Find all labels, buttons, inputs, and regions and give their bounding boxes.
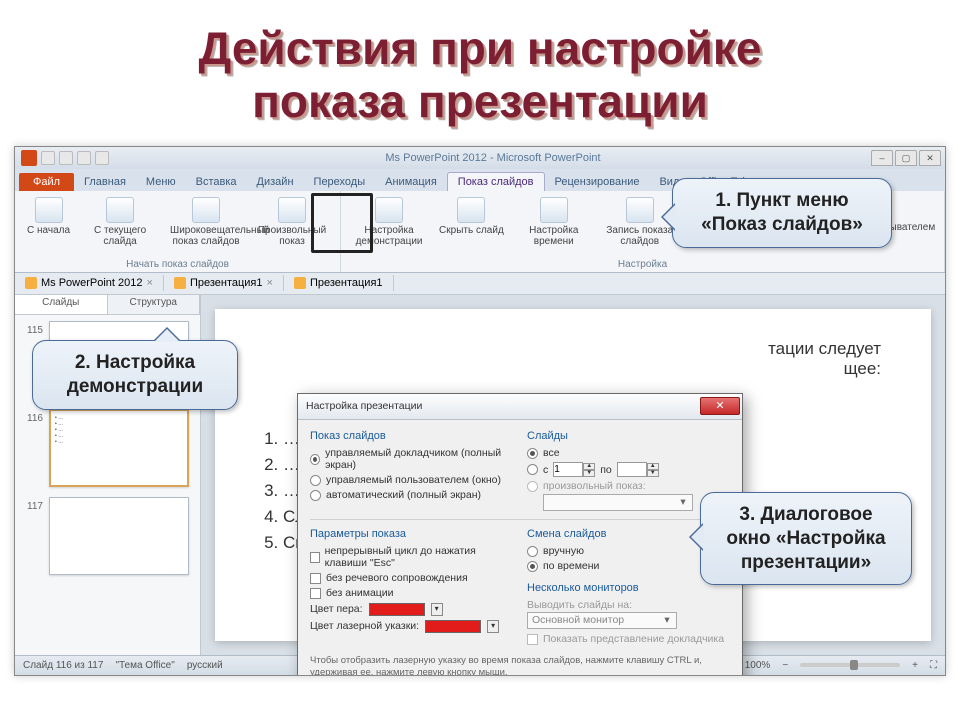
doc-icon	[294, 277, 306, 289]
doc-icon	[174, 277, 186, 289]
zoom-in-button[interactable]: +	[912, 660, 918, 671]
fit-button[interactable]: ⛶	[930, 660, 937, 671]
quick-access-toolbar	[15, 150, 115, 166]
show-options-group: Параметры показа непрерывный цикл до наж…	[310, 528, 513, 647]
radio-custom-show[interactable]: произвольный показ:	[527, 479, 730, 494]
chevron-down-icon[interactable]: ▾	[487, 620, 499, 633]
doc-tab-3[interactable]: Презентация1	[284, 275, 394, 291]
no-narration-checkbox[interactable]: без речевого сопровождения	[310, 571, 513, 586]
callout-1: 1. Пункт меню «Показ слайдов»	[672, 178, 892, 248]
from-spinner[interactable]: ▲▼	[553, 462, 595, 477]
doc-tab-2[interactable]: Презентация1×	[164, 275, 284, 291]
qat-redo-button[interactable]	[77, 151, 91, 165]
show-type-group: Показ слайдов управляемый докладчиком (п…	[310, 430, 513, 511]
zoom-percent[interactable]: 100%	[745, 660, 771, 671]
loop-checkbox[interactable]: непрерывный цикл до нажатия клавиши "Esc…	[310, 544, 513, 571]
language-indicator[interactable]: русский	[187, 660, 223, 671]
broadcast-icon	[192, 197, 220, 223]
close-icon[interactable]: ×	[267, 277, 273, 289]
slide-counter: Слайд 116 из 117	[23, 660, 103, 671]
radio-browsed-at-kiosk[interactable]: автоматический (полный экран)	[310, 488, 513, 503]
qat-more-button[interactable]	[95, 151, 109, 165]
broadcast-button[interactable]: Широковещательный показ слайдов	[166, 195, 246, 249]
tab-transitions[interactable]: Переходы	[304, 173, 376, 191]
panel-tab-slides[interactable]: Слайды	[15, 295, 108, 314]
title-line-2: показа презентации	[252, 75, 708, 127]
chevron-down-icon[interactable]: ▾	[431, 603, 443, 616]
close-button[interactable]: ✕	[919, 150, 941, 166]
thumb-number: 117	[21, 497, 43, 575]
minimize-button[interactable]: –	[871, 150, 893, 166]
from-current-button[interactable]: С текущего слайда	[80, 195, 160, 249]
clock-icon	[540, 197, 568, 223]
custom-show-icon	[278, 197, 306, 223]
radio-browsed-by-individual[interactable]: управляемый пользователем (окно)	[310, 473, 513, 488]
radio-presented-by-speaker[interactable]: управляемый докладчиком (полный экран)	[310, 446, 513, 473]
setup-icon	[375, 197, 403, 223]
tab-menu[interactable]: Меню	[136, 173, 186, 191]
tab-home[interactable]: Главная	[74, 173, 136, 191]
slide-thumbnail[interactable]	[49, 497, 189, 575]
pen-color-swatch[interactable]	[369, 603, 425, 616]
laser-color-swatch[interactable]	[425, 620, 481, 633]
chevron-down-icon: ▾	[676, 496, 690, 508]
rehearse-timings-button[interactable]: Настройка времени	[514, 195, 594, 249]
zoom-out-button[interactable]: −	[782, 660, 788, 671]
qat-undo-button[interactable]	[59, 151, 73, 165]
no-animation-checkbox[interactable]: без анимации	[310, 586, 513, 601]
zoom-slider[interactable]	[800, 663, 900, 667]
tab-insert[interactable]: Вставка	[186, 173, 247, 191]
chevron-down-icon: ▾	[660, 614, 674, 626]
presenter-view-checkbox[interactable]: Показать представление докладчика	[527, 632, 730, 647]
qat-save-button[interactable]	[41, 151, 55, 165]
highlight-setup-button	[311, 193, 373, 253]
dialog-title: Настройка презентации	[306, 400, 422, 412]
dialog-titlebar[interactable]: Настройка презентации ✕	[298, 394, 742, 420]
titlebar: Ms PowerPoint 2012 - Microsoft PowerPoin…	[15, 147, 945, 169]
hide-slide-icon	[457, 197, 485, 223]
slide-text-fragment: щее:	[844, 359, 881, 378]
panel-tab-outline[interactable]: Структура	[108, 295, 201, 314]
maximize-button[interactable]: ▢	[895, 150, 917, 166]
doc-tab-1[interactable]: Ms PowerPoint 2012×	[15, 275, 164, 291]
callout-2: 2. Настройка демонстрации	[32, 340, 238, 410]
from-beginning-button[interactable]: С начала	[23, 195, 74, 238]
tab-review[interactable]: Рецензирование	[545, 173, 650, 191]
monitor-combo[interactable]: Основной монитор▾	[527, 612, 677, 629]
window-title: Ms PowerPoint 2012 - Microsoft PowerPoin…	[115, 152, 871, 164]
hide-slide-button[interactable]: Скрыть слайд	[435, 195, 508, 238]
tab-slideshow[interactable]: Показ слайдов	[447, 172, 545, 191]
close-icon[interactable]: ×	[147, 277, 153, 289]
tab-file[interactable]: Файл	[19, 173, 74, 191]
app-icon	[21, 150, 37, 166]
radio-all-slides[interactable]: все	[527, 446, 730, 461]
slide-text-fragment: тации следует	[768, 339, 881, 358]
tab-design[interactable]: Дизайн	[247, 173, 304, 191]
dialog-close-button[interactable]: ✕	[700, 397, 740, 415]
radio-slide-range[interactable]: с ▲▼ по ▲▼	[527, 461, 730, 479]
theme-name: "Тема Office"	[115, 660, 174, 671]
slides-group: Слайды все с ▲▼ по ▲▼ произвольный показ…	[527, 430, 730, 511]
play-icon	[35, 197, 63, 223]
document-tabs: Ms PowerPoint 2012× Презентация1× Презен…	[15, 273, 945, 295]
thumb-number: 116	[21, 409, 43, 487]
callout-3: 3. Диалоговое окно «Настройка презентаци…	[700, 492, 912, 585]
to-spinner[interactable]: ▲▼	[617, 462, 659, 477]
dialog-hint: Чтобы отобразить лазерную указку во врем…	[310, 653, 730, 676]
page-title: Действия при настройке показа презентаци…	[0, 0, 960, 146]
play-current-icon	[106, 197, 134, 223]
ribbon-group-start-slideshow: С начала С текущего слайда Широковещател…	[15, 191, 341, 272]
tab-animation[interactable]: Анимация	[375, 173, 447, 191]
slide-thumbnail-selected[interactable]: • …• …• …• …• …	[49, 409, 189, 487]
doc-icon	[25, 277, 37, 289]
custom-show-combo[interactable]: ▾	[543, 494, 693, 511]
title-line-1: Действия при настройке	[199, 22, 762, 74]
